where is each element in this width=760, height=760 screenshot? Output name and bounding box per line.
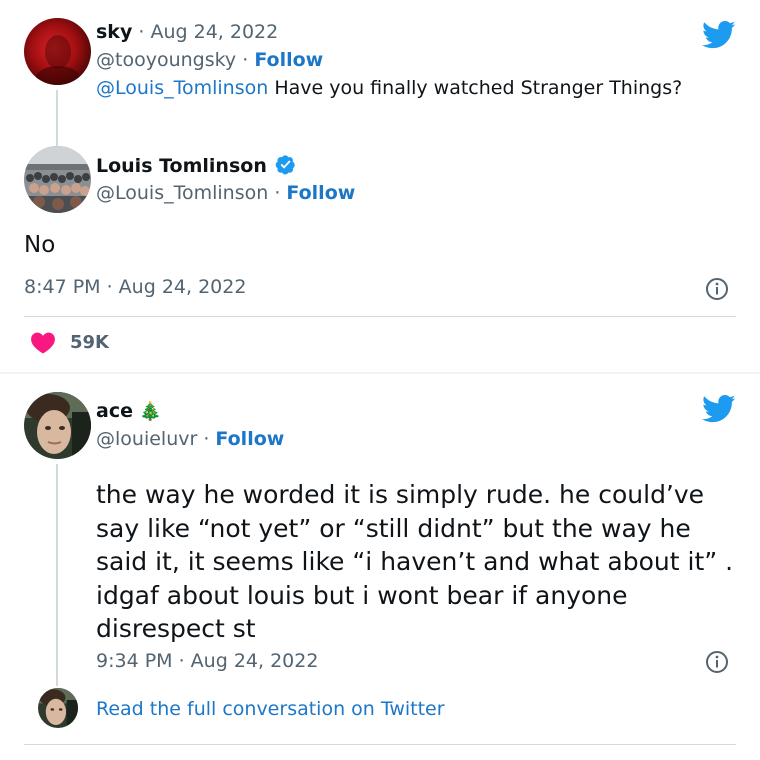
- author-handle[interactable]: @louieluvr: [96, 428, 197, 450]
- reply-tweet-header: ace 🎄: [96, 400, 161, 422]
- tweet-text: No: [24, 232, 56, 258]
- avatar[interactable]: [24, 392, 91, 459]
- reply-tweet-handle-row: @louieluvr · Follow: [96, 428, 285, 450]
- author-name[interactable]: ace: [96, 400, 133, 422]
- author-handle[interactable]: @tooyoungsky: [96, 49, 236, 71]
- avatar-image: [24, 146, 91, 213]
- follow-button[interactable]: Follow: [215, 428, 284, 450]
- tweet-date[interactable]: Aug 24, 2022: [150, 21, 278, 43]
- embedded-tweet-card: sky · Aug 24, 2022 @tooyoungsky · Follow…: [0, 0, 760, 372]
- follow-button[interactable]: Follow: [254, 49, 323, 71]
- twitter-bird-icon[interactable]: [702, 20, 736, 50]
- tweet-timestamp[interactable]: 8:47 PM · Aug 24, 2022: [24, 276, 246, 298]
- christmas-tree-emoji: 🎄: [139, 401, 162, 422]
- avatar[interactable]: [38, 688, 78, 728]
- divider: [24, 744, 736, 745]
- author-name[interactable]: sky: [96, 21, 132, 43]
- thread-line: [56, 464, 58, 686]
- follow-button[interactable]: Follow: [286, 182, 355, 204]
- avatar-image: [24, 392, 91, 459]
- avatar-image: [38, 688, 78, 728]
- reply-context-header: sky · Aug 24, 2022: [96, 21, 279, 43]
- avatar-image: [24, 18, 91, 85]
- main-tweet-header: Louis Tomlinson: [96, 154, 296, 177]
- author-name[interactable]: Louis Tomlinson: [96, 155, 267, 177]
- info-icon[interactable]: [705, 277, 729, 301]
- info-icon[interactable]: [705, 650, 729, 674]
- verified-badge-icon: [275, 155, 295, 175]
- reply-context-text: @Louis_Tomlinson Have you finally watche…: [96, 77, 683, 99]
- avatar[interactable]: [24, 146, 91, 213]
- thread-line: [56, 90, 58, 146]
- reply-context-handle-row: @tooyoungsky · Follow: [96, 49, 324, 71]
- avatar[interactable]: [24, 18, 91, 85]
- heart-icon: [31, 332, 55, 354]
- main-tweet-handle-row: @Louis_Tomlinson · Follow: [96, 182, 356, 204]
- tweet-timestamp[interactable]: 9:34 PM · Aug 24, 2022: [96, 650, 318, 672]
- like-button[interactable]: 59K: [30, 330, 109, 354]
- author-handle[interactable]: @Louis_Tomlinson: [96, 182, 268, 204]
- like-count: 59K: [70, 331, 109, 353]
- tweet-text: the way he worded it is simply rude. he …: [96, 480, 734, 643]
- read-conversation-link[interactable]: Read the full conversation on Twitter: [96, 698, 445, 720]
- twitter-bird-icon[interactable]: [702, 394, 736, 424]
- mention-link[interactable]: @Louis_Tomlinson: [96, 77, 268, 99]
- divider: [24, 316, 736, 317]
